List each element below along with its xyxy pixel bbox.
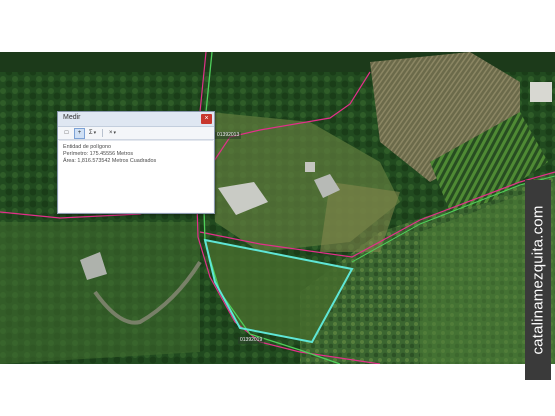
area-value: Área: 1,816.573542 Metros Cuadrados <box>63 158 157 164</box>
parcel-code-label: 01392019 <box>238 337 265 344</box>
line-tool-glyph: □ <box>64 130 69 136</box>
watermark-text: catalinamezquita.com <box>529 205 547 355</box>
entity-type-text: Entidad de polígono <box>63 144 111 150</box>
clear-tool-glyph: × <box>108 130 113 136</box>
chevron-down-icon[interactable]: ▾ <box>114 130 117 136</box>
measure-dialog: Medir × □ + Σ ▾ × ▾ Entidad de polígono … <box>57 111 215 214</box>
measure-results-panel: Entidad de polígono Perímetro: 175.45556… <box>59 140 213 212</box>
sum-tool-glyph: Σ <box>88 130 93 136</box>
toolbar-divider <box>102 129 103 137</box>
measure-toolbar: □ + Σ ▾ × ▾ <box>58 127 214 140</box>
clear-results-icon[interactable]: × ▾ <box>107 128 118 139</box>
measure-area-icon[interactable]: + <box>74 127 85 139</box>
close-button[interactable]: × <box>201 114 212 124</box>
measure-line-icon[interactable]: □ <box>61 128 72 139</box>
dialog-title-bar[interactable]: Medir × <box>58 112 214 127</box>
parcel-code-label: 01392013 <box>215 132 242 139</box>
chevron-down-icon[interactable]: ▾ <box>94 130 97 136</box>
measure-feature-icon[interactable]: Σ ▾ <box>87 128 98 139</box>
dialog-title: Medir <box>63 114 81 121</box>
perimeter-value: Perímetro: 175.45556 Metros <box>63 151 134 157</box>
area-tool-glyph: + <box>77 130 82 136</box>
